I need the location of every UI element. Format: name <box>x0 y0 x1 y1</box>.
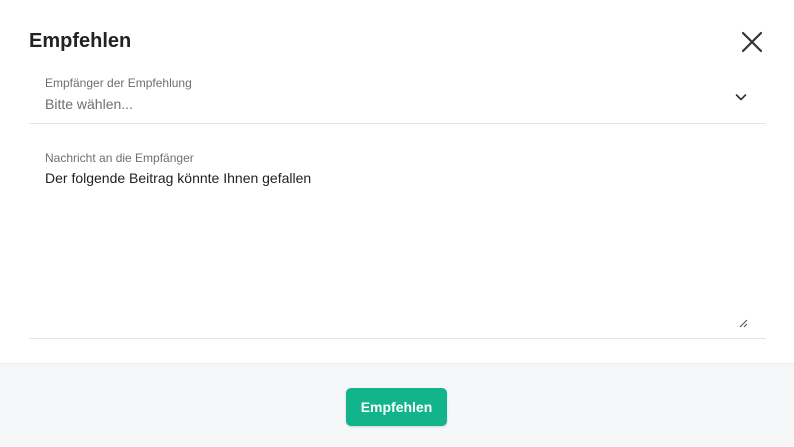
dialog-footer: Empfehlen <box>0 363 794 447</box>
recipients-select[interactable]: Empfänger der Empfehlung Bitte wählen... <box>29 68 766 124</box>
message-textarea[interactable]: Der folgende Beitrag könnte Ihnen gefall… <box>45 170 750 328</box>
recommend-submit-button[interactable]: Empfehlen <box>346 388 447 426</box>
resize-handle-icon[interactable] <box>738 318 748 328</box>
recipients-placeholder: Bitte wählen... <box>45 96 133 112</box>
close-button[interactable] <box>736 26 768 58</box>
chevron-down-icon <box>735 94 747 101</box>
recommend-dialog: Empfehlen Empfänger der Empfehlung Bitte… <box>0 0 794 447</box>
dialog-title: Empfehlen <box>29 30 132 52</box>
message-field: Nachricht an die Empfänger Der folgende … <box>29 142 766 339</box>
close-icon <box>741 31 763 53</box>
message-label: Nachricht an die Empfänger <box>45 151 194 165</box>
recipients-label: Empfänger der Empfehlung <box>45 76 192 90</box>
